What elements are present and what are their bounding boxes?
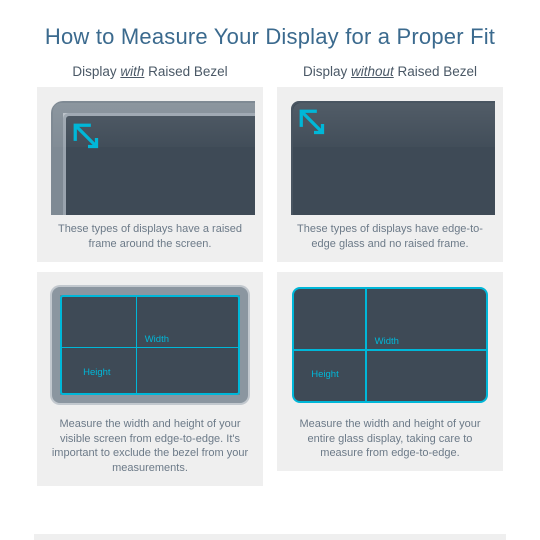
caption-left-top: These types of displays have a raised fr… <box>37 215 263 262</box>
device-with-bezel: Width Height <box>52 287 248 403</box>
panel-right-bottom: Width Height Measure the width and heigh… <box>277 272 503 472</box>
column-heading-left: Display with Raised Bezel <box>72 64 227 79</box>
columns: Display with Raised Bezel These t <box>0 64 540 504</box>
illustration-noframe-corner <box>285 95 495 215</box>
device-no-bezel: Width Height <box>292 287 488 403</box>
column-no-bezel: Display without Raised Bezel These types… <box>277 64 503 486</box>
height-label: Height <box>83 367 110 378</box>
page-title: How to Measure Your Display for a Proper… <box>0 0 540 64</box>
corner-arrow-icon <box>71 121 105 155</box>
caption-left-bottom: Measure the width and height of your vis… <box>37 410 263 486</box>
corner-arrow-icon <box>297 107 331 141</box>
panel-left-top: These types of displays have a raised fr… <box>37 87 263 262</box>
heading-text: Display <box>72 64 120 79</box>
illustration-raised-measure: Width Height <box>45 280 255 410</box>
cutoff-strip <box>34 534 506 540</box>
heading-text: Raised Bezel <box>144 64 227 79</box>
heading-emphasis: with <box>120 64 144 79</box>
height-guide-line <box>136 297 138 393</box>
heading-text: Display <box>303 64 351 79</box>
height-label: Height <box>311 369 338 380</box>
width-label: Width <box>145 334 169 345</box>
width-guide-line <box>62 347 238 349</box>
heading-emphasis: without <box>351 64 394 79</box>
column-raised-bezel: Display with Raised Bezel These t <box>37 64 263 486</box>
column-heading-right: Display without Raised Bezel <box>303 64 477 79</box>
caption-right-bottom: Measure the width and height of your ent… <box>277 410 503 472</box>
visible-screen-area: Width Height <box>60 295 240 395</box>
page: How to Measure Your Display for a Proper… <box>0 0 540 540</box>
height-guide-line <box>365 289 367 401</box>
width-label: Width <box>375 336 399 347</box>
panel-right-top: These types of displays have edge-to-edg… <box>277 87 503 262</box>
heading-text: Raised Bezel <box>394 64 477 79</box>
illustration-raised-corner <box>45 95 255 215</box>
panel-left-bottom: Width Height Measure the width and heigh… <box>37 272 263 486</box>
illustration-noframe-measure: Width Height <box>285 280 495 410</box>
caption-right-top: These types of displays have edge-to-edg… <box>277 215 503 262</box>
width-guide-line <box>294 349 486 351</box>
full-glass-area: Width Height <box>294 289 486 401</box>
